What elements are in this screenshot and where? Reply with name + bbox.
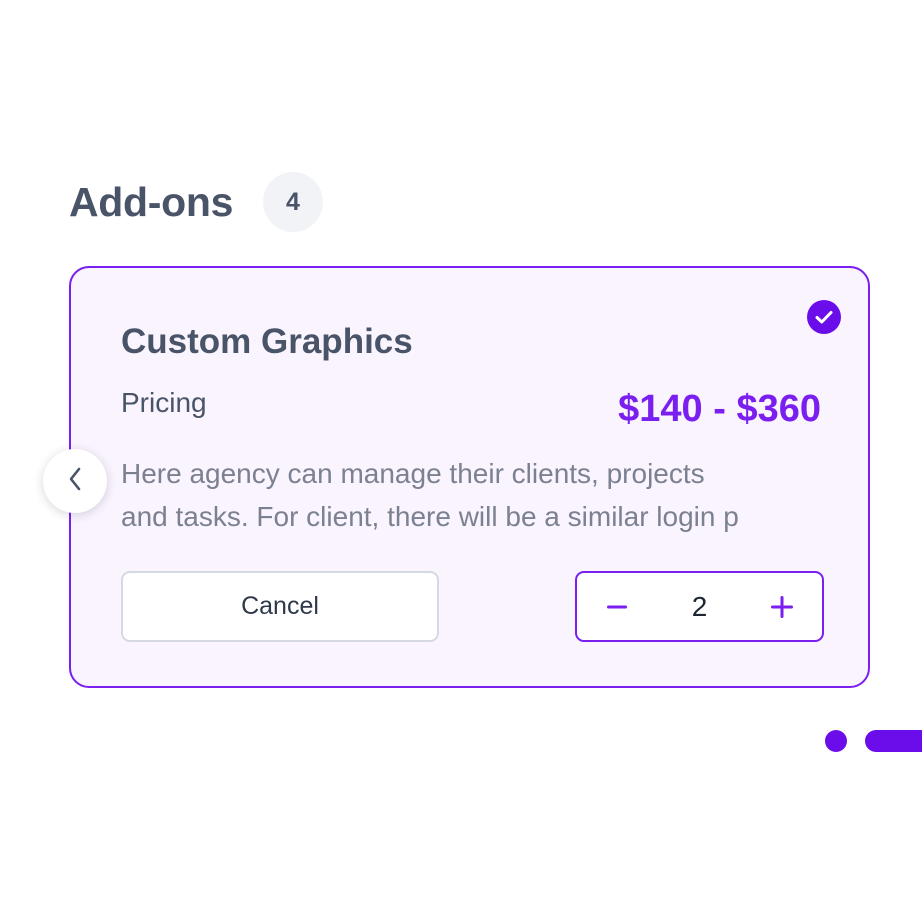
addon-card[interactable]: Custom Graphics Pricing $140 - $360 Here… <box>69 266 870 688</box>
pricing-label: Pricing <box>121 387 207 418</box>
pagination-dot[interactable] <box>825 730 847 752</box>
check-circle-icon[interactable] <box>807 300 841 334</box>
chevron-left-icon <box>68 467 82 496</box>
section-title: Add-ons <box>69 179 234 225</box>
description-line: and tasks. For client, there will be a s… <box>121 501 739 532</box>
plus-icon[interactable] <box>752 573 812 640</box>
quantity-value: 2 <box>691 591 708 622</box>
pagination-dot-active[interactable] <box>865 730 922 752</box>
quantity-stepper[interactable]: 2 <box>575 571 824 642</box>
minus-icon[interactable] <box>587 573 647 640</box>
addon-description: Here agency can manage their clients, pr… <box>121 452 821 538</box>
previous-button[interactable] <box>43 449 107 513</box>
addon-title: Custom Graphics <box>121 322 413 361</box>
price-range: $140 - $360 <box>618 388 821 430</box>
addons-count-badge: 4 <box>263 172 323 232</box>
description-line: Here agency can manage their clients, pr… <box>121 458 705 489</box>
cancel-button[interactable]: Cancel <box>121 571 439 642</box>
